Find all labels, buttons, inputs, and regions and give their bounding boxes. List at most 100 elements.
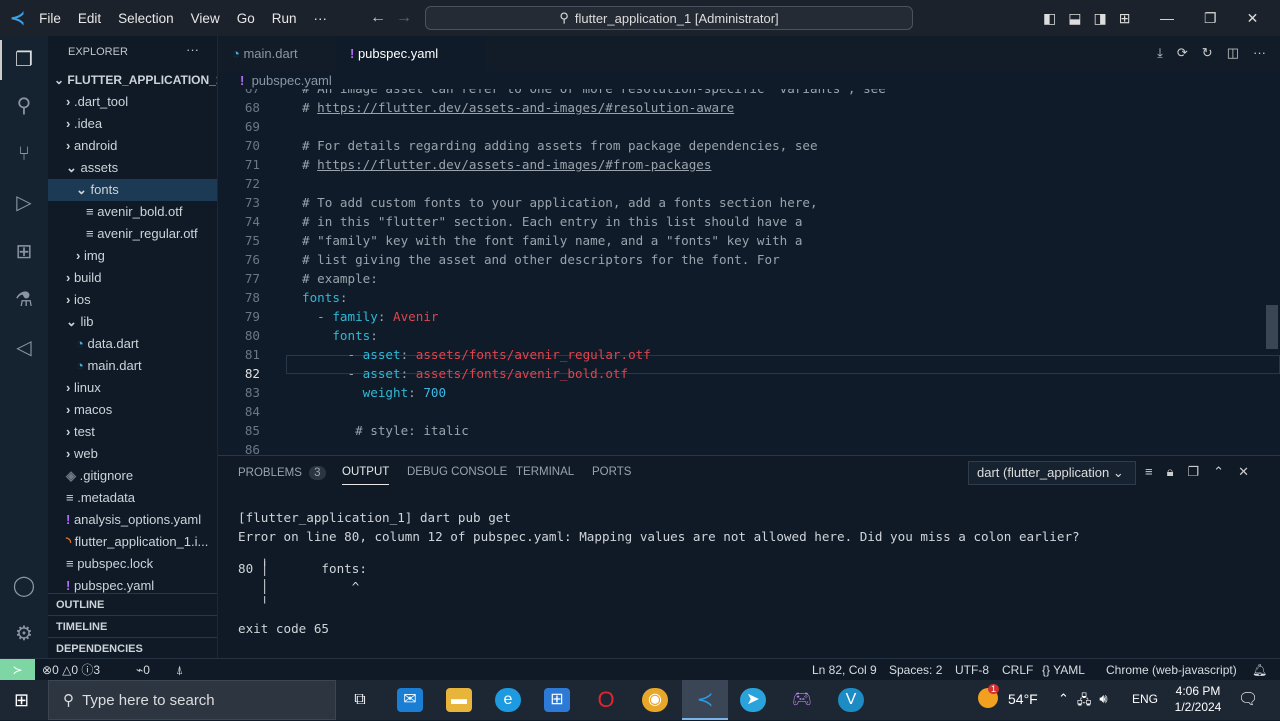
clock[interactable]: 4:06 PM 1/2/2024	[1168, 683, 1228, 715]
tree-item[interactable]: ⌄ assets	[48, 157, 217, 179]
copy-icon[interactable]: ❐	[1188, 464, 1200, 480]
forward-icon[interactable]: →	[396, 9, 412, 27]
tree-item[interactable]: › build	[48, 267, 217, 289]
tree-item[interactable]: › test	[48, 421, 217, 443]
tree-item[interactable]: ≡ .metadata	[48, 487, 217, 509]
language-mode[interactable]: {} YAML	[1042, 659, 1085, 681]
tree-item[interactable]: ! analysis_options.yaml	[48, 509, 217, 531]
tree-item[interactable]: ◔ data.dart	[48, 333, 217, 355]
store-icon[interactable]: ⊞	[544, 688, 570, 712]
code-editor[interactable]: 67 # An image asset can refer to one or m…	[218, 89, 1280, 455]
settings-gear-icon[interactable]: ⚙	[12, 622, 36, 646]
tree-item[interactable]: › android	[48, 135, 217, 157]
restore-button[interactable]: ❐	[1204, 10, 1217, 27]
tab-problems[interactable]: PROBLEMS 3	[238, 466, 326, 480]
tree-item[interactable]: ◈ .gitignore	[48, 465, 217, 487]
tab-ports[interactable]: PORTS	[592, 466, 631, 478]
flutter-icon[interactable]: ◁	[12, 336, 36, 360]
source-control-icon[interactable]: ⑂	[12, 142, 36, 166]
tree-item[interactable]: ⌄ fonts	[48, 179, 217, 201]
back-icon[interactable]: ←	[370, 9, 386, 27]
link[interactable]: https://flutter.dev/assets-and-images/#r…	[317, 100, 734, 115]
line-ending[interactable]: CRLF	[1002, 659, 1033, 681]
minimize-button[interactable]: —	[1160, 10, 1174, 27]
chrome-icon[interactable]: ◉	[642, 688, 668, 712]
tree-item[interactable]: › macos	[48, 399, 217, 421]
tree-item[interactable]: › ios	[48, 289, 217, 311]
tab-output[interactable]: OUTPUT	[342, 466, 390, 485]
taskbar-search-box[interactable]: ⚲ Type here to search	[48, 680, 336, 720]
explorer-icon[interactable]: ❐	[12, 48, 36, 72]
accounts-icon[interactable]: ◯	[12, 574, 36, 598]
download-icon[interactable]: ⤓	[1157, 45, 1163, 61]
tab-terminal[interactable]: TERMINAL	[516, 466, 574, 478]
refresh-icon[interactable]: ⟳	[1177, 45, 1188, 61]
menu-run[interactable]: Run	[272, 11, 297, 26]
workspace-root[interactable]: ⌄ FLUTTER_APPLICATION_1	[48, 69, 217, 91]
breadcrumb[interactable]: ! pubspec.yaml	[218, 71, 1280, 91]
section-dependencies[interactable]: DEPENDENCIES	[48, 637, 217, 659]
section-outline[interactable]: OUTLINE	[48, 593, 217, 615]
testing-icon[interactable]: ⚗	[12, 288, 36, 312]
more-actions-icon[interactable]: ···	[1253, 45, 1266, 61]
vscode-taskbar-button[interactable]: ≺	[682, 680, 728, 720]
extensions-icon[interactable]: ⊞	[12, 240, 36, 264]
ports-status[interactable]: ⌁0	[136, 659, 150, 681]
split-editor-icon[interactable]: ◫	[1227, 45, 1239, 61]
task-view-icon[interactable]: ⧉	[347, 688, 373, 712]
tree-item[interactable]: › web	[48, 443, 217, 465]
notification-center-icon[interactable]: 🗨︎	[1238, 689, 1258, 709]
tree-item[interactable]: › .idea	[48, 113, 217, 135]
tree-item[interactable]: › linux	[48, 377, 217, 399]
tree-item[interactable]: ≡ pubspec.lock	[48, 553, 217, 575]
maximize-panel-icon[interactable]: ⌃	[1213, 464, 1224, 480]
close-panel-icon[interactable]: ✕	[1238, 464, 1249, 480]
chevron-up-icon[interactable]: ⌃	[1058, 691, 1069, 713]
toggle-secondary-sidebar-icon[interactable]: ◨	[1093, 10, 1106, 27]
cursor-position[interactable]: Ln 82, Col 9	[812, 659, 877, 681]
editor-scrollbar[interactable]	[1266, 305, 1278, 349]
more-actions-icon[interactable]: ···	[186, 42, 199, 57]
close-button[interactable]: ✕	[1247, 10, 1259, 27]
game-icon[interactable]: 🎮︎	[789, 688, 815, 712]
encoding[interactable]: UTF-8	[955, 659, 989, 681]
tree-item[interactable]: › .dart_tool	[48, 91, 217, 113]
tree-item[interactable]: ⌄ lib	[48, 311, 217, 333]
opera-icon[interactable]: O	[593, 688, 619, 712]
output-channel-select[interactable]: dart (flutter_application ⌄	[968, 461, 1136, 485]
flutter-debug-icon[interactable]: ⍋	[176, 659, 183, 681]
weather-temp[interactable]: 54°F	[1008, 691, 1038, 707]
volume-icon[interactable]: 🔊︎	[1099, 691, 1107, 713]
command-center-search[interactable]: ⚲ flutter_application_1 [Administrator]	[425, 6, 913, 30]
windows-start-icon[interactable]: ⊞	[14, 690, 29, 711]
edge-icon[interactable]: e	[495, 688, 521, 712]
lock-scroll-icon[interactable]: 🔒︎	[1167, 464, 1174, 480]
toggle-sidebar-icon[interactable]: ◧	[1043, 10, 1056, 27]
problems-status[interactable]: ⊗0 △0 ⓘ3	[42, 659, 100, 681]
menu-go[interactable]: Go	[237, 11, 255, 26]
tree-item[interactable]: ≡ avenir_regular.otf	[48, 223, 217, 245]
tab-main-dart[interactable]: ◔ main.dart	[218, 36, 336, 71]
flutter-device[interactable]: Chrome (web-javascript)	[1106, 659, 1237, 681]
tab-debug-console[interactable]: DEBUG CONSOLE	[407, 466, 507, 478]
menu-view[interactable]: View	[191, 11, 220, 26]
run-debug-icon[interactable]: ▷	[12, 191, 36, 215]
notifications-bell-icon[interactable]: 🔔︎	[1252, 659, 1267, 681]
menu-more[interactable]: ···	[313, 11, 327, 26]
weather-icon[interactable]: 1	[978, 684, 1000, 708]
toggle-panel-icon[interactable]: ⬓	[1068, 10, 1081, 27]
telegram-icon[interactable]: ➤	[740, 688, 766, 712]
customize-layout-icon[interactable]: ⊞	[1119, 10, 1131, 27]
indentation[interactable]: Spaces: 2	[889, 659, 942, 681]
link[interactable]: https://flutter.dev/assets-and-images/#f…	[317, 157, 711, 172]
tab-pubspec-yaml[interactable]: ! pubspec.yaml	[336, 36, 486, 71]
hot-restart-icon[interactable]: ↻	[1202, 45, 1213, 61]
tree-item[interactable]: ◝ flutter_application_1.i...	[48, 531, 217, 553]
network-icon[interactable]: 🖧︎	[1077, 691, 1092, 713]
search-icon[interactable]: ⚲	[12, 94, 36, 118]
menu-edit[interactable]: Edit	[78, 11, 101, 26]
section-timeline[interactable]: TIMELINE	[48, 615, 217, 637]
language-indicator[interactable]: ENG	[1132, 692, 1158, 706]
menu-selection[interactable]: Selection	[118, 11, 174, 26]
remote-indicator-icon[interactable]: ≻	[0, 659, 35, 680]
